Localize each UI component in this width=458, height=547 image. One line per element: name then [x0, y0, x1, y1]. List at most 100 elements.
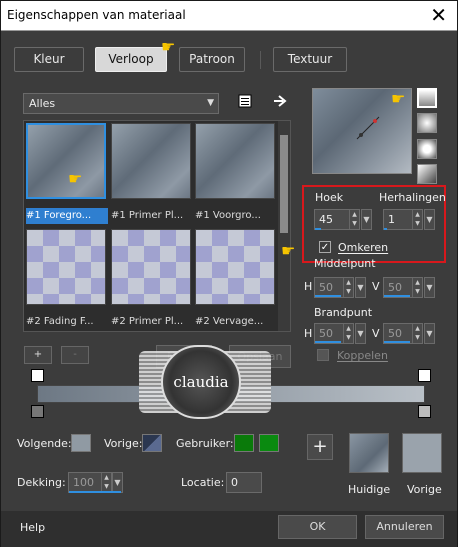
- watermark-text: claudia: [173, 373, 229, 391]
- gradient-item-label: #1 Foregro...: [26, 208, 108, 224]
- gradient-style-sunburst-button[interactable]: [417, 139, 437, 159]
- angle-dropdown-button[interactable]: ▼: [361, 209, 372, 230]
- focal-h-value: 50: [319, 327, 333, 340]
- center-h-dropdown-button[interactable]: ▼: [355, 277, 366, 298]
- remove-stop-button[interactable]: -: [61, 346, 89, 364]
- close-icon[interactable]: ✕: [430, 3, 447, 27]
- add-stop-button[interactable]: +: [24, 346, 52, 364]
- repeats-slider[interactable]: [384, 228, 387, 230]
- opacity-label: Dekking:: [17, 476, 66, 489]
- window-title: Eigenschappen van materiaal: [7, 8, 186, 22]
- gradient-thumbnail[interactable]: [195, 229, 275, 305]
- gradient-item-label: #2 Vervage...: [195, 316, 264, 327]
- repeats-label: Herhalingen: [379, 191, 446, 204]
- pointing-hand-icon: ☛: [281, 241, 296, 260]
- gradient-direction-icon[interactable]: [353, 113, 383, 143]
- pointing-hand-icon: ☛: [161, 37, 176, 56]
- arrow-right-icon[interactable]: [273, 94, 287, 108]
- pointing-hand-icon: ☛: [391, 89, 406, 108]
- invert-label: Omkeren: [338, 241, 389, 254]
- gradient-stop-top-left[interactable]: [31, 369, 44, 382]
- gradient-thumbnail[interactable]: [111, 229, 191, 305]
- category-value: Alles: [29, 97, 56, 110]
- angle-label: Hoek: [315, 191, 344, 204]
- focal-v-dropdown-button[interactable]: ▼: [424, 323, 435, 344]
- opacity-dropdown-button[interactable]: ▼: [112, 472, 123, 493]
- opacity-value: 100: [73, 476, 94, 489]
- angle-field[interactable]: 45 ▲ ▼: [314, 209, 360, 230]
- focal-v-slider[interactable]: [384, 341, 410, 343]
- repeats-dropdown-button[interactable]: ▼: [424, 209, 435, 230]
- location-label: Locatie:: [181, 476, 225, 489]
- user-color-swatch-1[interactable]: [234, 434, 254, 452]
- pointing-hand-icon: ☛: [68, 169, 83, 188]
- spin-arrows-icon[interactable]: ▲ ▼: [101, 473, 111, 492]
- library-scrollbar-thumb[interactable]: [280, 135, 288, 233]
- repeats-field[interactable]: 1 ▲ ▼: [383, 209, 423, 230]
- material-properties-window: Eigenschappen van materiaal ✕ Kleur Verl…: [0, 0, 458, 547]
- invert-checkbox[interactable]: ✓: [319, 241, 331, 253]
- center-v-slider[interactable]: [384, 295, 410, 297]
- opacity-field[interactable]: 100 ▲ ▼: [68, 472, 112, 493]
- spin-arrows-icon[interactable]: ▲ ▼: [412, 324, 422, 343]
- previous-gradient-swatch[interactable]: [402, 433, 442, 473]
- focal-v-value: 50: [388, 327, 402, 340]
- chevron-down-icon: ▼: [207, 98, 214, 108]
- tab-pattern[interactable]: Patroon: [179, 47, 245, 72]
- gradient-thumbnail[interactable]: [111, 123, 191, 199]
- plus-icon[interactable]: +: [307, 434, 333, 460]
- help-button[interactable]: Help: [20, 521, 45, 534]
- spin-arrows-icon[interactable]: ▲ ▼: [412, 210, 422, 229]
- tab-separator: [260, 51, 261, 69]
- center-v-label: V: [372, 280, 380, 293]
- focal-h-slider[interactable]: [315, 341, 341, 343]
- center-h-label: H: [304, 280, 313, 293]
- prev-color-swatch[interactable]: [142, 434, 162, 452]
- spin-arrows-icon[interactable]: ▲ ▼: [343, 324, 353, 343]
- repeats-value: 1: [388, 213, 395, 226]
- tab-color[interactable]: Kleur: [14, 47, 84, 72]
- gradient-stop-bottom-left[interactable]: [31, 405, 44, 418]
- gradient-thumbnail[interactable]: [195, 123, 275, 199]
- center-h-slider[interactable]: [315, 295, 341, 297]
- location-value: 0: [231, 476, 238, 489]
- tab-texture[interactable]: Textuur: [273, 47, 347, 72]
- focal-point-label: Brandpunt: [314, 306, 373, 319]
- focal-h-dropdown-button[interactable]: ▼: [355, 323, 366, 344]
- gradient-item-label: #2 Fading F...: [26, 316, 94, 327]
- user-color-label: Gebruiker:: [176, 437, 234, 450]
- link-checkbox[interactable]: [317, 349, 329, 361]
- gradient-item-label: #1 Voorgro...: [195, 210, 261, 221]
- spin-arrows-icon[interactable]: ▲ ▼: [412, 278, 422, 297]
- next-color-label: Volgende:: [17, 437, 72, 450]
- location-field[interactable]: 0: [226, 472, 262, 493]
- user-color-swatch-2[interactable]: [259, 434, 279, 452]
- gradient-stop-bottom-right[interactable]: [418, 405, 431, 418]
- gradient-thumbnail[interactable]: [26, 123, 106, 199]
- category-dropdown[interactable]: Alles ▼: [23, 93, 219, 114]
- previous-swatch-label: Vorige: [407, 483, 442, 496]
- prev-color-label: Vorige:: [104, 437, 143, 450]
- gradient-style-radial-button[interactable]: [417, 164, 437, 184]
- gradient-item-label: #2 Primer Pl...: [111, 316, 184, 327]
- cancel-button[interactable]: Annuleren: [365, 515, 444, 539]
- ok-button[interactable]: OK: [278, 515, 357, 539]
- next-color-swatch[interactable]: [71, 434, 91, 452]
- angle-value: 45: [319, 213, 333, 226]
- gradient-stop-top-right[interactable]: [418, 369, 431, 382]
- angle-slider[interactable]: [315, 228, 321, 230]
- link-label: Koppelen: [337, 349, 388, 362]
- spin-arrows-icon[interactable]: ▲ ▼: [349, 210, 359, 229]
- focal-h-label: H: [304, 327, 313, 340]
- gradient-style-rectangular-button[interactable]: [417, 113, 437, 133]
- center-v-dropdown-button[interactable]: ▼: [424, 277, 435, 298]
- gradient-thumbnail[interactable]: [26, 229, 106, 305]
- focal-v-label: V: [372, 327, 380, 340]
- current-gradient-swatch[interactable]: [349, 433, 389, 473]
- library-list-icon[interactable]: [238, 94, 252, 108]
- spin-arrows-icon[interactable]: ▲ ▼: [343, 278, 353, 297]
- tab-gradient[interactable]: Verloop: [95, 47, 167, 72]
- center-point-label: Middelpunt: [314, 257, 376, 270]
- gradient-style-linear-button[interactable]: [417, 88, 437, 108]
- opacity-slider[interactable]: [69, 491, 121, 493]
